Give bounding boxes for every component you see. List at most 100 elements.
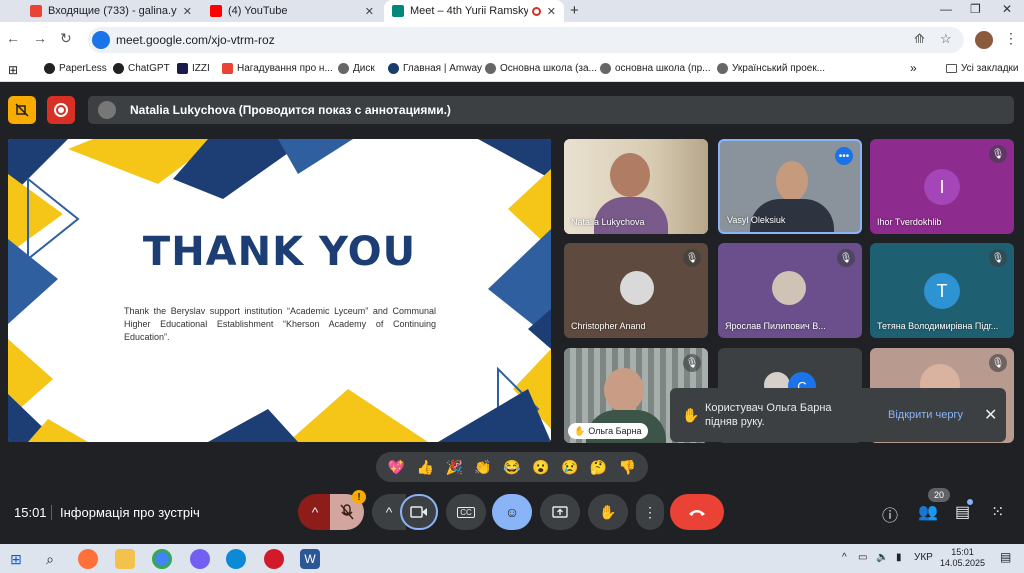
close-icon[interactable]: ✕ (547, 5, 556, 18)
chat-icon[interactable]: ▤ (955, 502, 970, 522)
camera-toggle-button[interactable] (400, 494, 438, 530)
app-icon[interactable] (264, 549, 284, 569)
bookmarks-overflow-button[interactable]: » (910, 61, 917, 75)
bookmark-item[interactable]: Главная | Amway (388, 63, 482, 74)
participant-name: Тетяна Володимирівна Підг... (877, 321, 999, 331)
participant-face (604, 368, 644, 412)
tab-title: (4) YouTube (228, 5, 288, 17)
folder-icon (946, 64, 957, 73)
presenting-text: Natalia Lukychova (Проводится показ с ан… (130, 103, 451, 117)
presenting-banner: Natalia Lukychova (Проводится показ с ан… (88, 96, 1014, 124)
raise-hand-button[interactable]: ✋ (588, 494, 628, 530)
companion-mode-icon[interactable] (8, 96, 36, 124)
volume-icon[interactable]: 🔈 (876, 552, 888, 563)
close-window-icon[interactable]: ✕ (1002, 2, 1012, 16)
word-icon[interactable]: W (300, 549, 320, 569)
restore-icon[interactable]: ❐ (970, 2, 981, 16)
omnibox[interactable]: meet.google.com/xjo-vtrm-roz ⟰ ☆ (88, 27, 964, 53)
browser-menu-icon[interactable]: ⋮ (1004, 30, 1018, 47)
bookmark-label: Усі закладки (961, 63, 1019, 74)
more-vert-icon: ⋮ (643, 503, 657, 520)
recording-button[interactable] (47, 96, 75, 124)
apps-grid-icon[interactable]: ⊞ (8, 63, 18, 77)
bookmark-item[interactable]: Диск (338, 63, 375, 74)
language-indicator[interactable]: УКР (914, 552, 933, 563)
close-icon[interactable]: ✕ (365, 5, 374, 18)
clock[interactable]: 15:01 14.05.2025 (940, 547, 985, 569)
meeting-info-button[interactable]: Інформація про зустріч (60, 505, 200, 520)
thumbs-down-reaction[interactable]: 👎 (619, 459, 636, 476)
slide-title: THANK YOU (142, 229, 417, 275)
bookmark-item[interactable]: Нагадування про н... (222, 63, 333, 74)
search-icon[interactable]: ⌕ (40, 549, 60, 569)
notifications-icon[interactable]: ▤ (1000, 550, 1011, 564)
minimize-icon[interactable]: — (940, 2, 952, 16)
people-icon[interactable]: 👥 (918, 502, 938, 522)
back-icon[interactable]: ← (6, 30, 20, 46)
present-screen-icon (552, 506, 568, 518)
windows-start-icon[interactable]: ⊞ (6, 549, 26, 569)
address-toolbar: ← → ↻ meet.google.com/xjo-vtrm-roz ⟰ ☆ ⋮ (0, 22, 1024, 58)
bookmark-label: PaperLess (59, 63, 107, 74)
thumbs-up-reaction[interactable]: 👍 (417, 459, 434, 476)
bookmark-item[interactable]: ChatGPT (113, 63, 170, 74)
thinking-reaction[interactable]: 🤔 (590, 459, 607, 476)
close-icon[interactable]: ✕ (183, 5, 192, 18)
more-options-button[interactable]: ⋮ (636, 494, 664, 530)
audio-options-button[interactable]: ^ (298, 494, 332, 530)
surprised-reaction[interactable]: 😮 (532, 459, 549, 476)
participant-tile[interactable]: 🎙 Christopher Anand (564, 243, 708, 338)
bookmark-item[interactable]: основна школа (пр... (600, 63, 711, 74)
info-icon[interactable]: ⓘ (882, 502, 898, 526)
participant-tile[interactable]: T 🎙 Тетяна Володимирівна Підг... (870, 243, 1014, 338)
sad-reaction[interactable]: 😢 (561, 459, 578, 476)
tab-youtube[interactable]: (4) YouTube ✕ (202, 0, 382, 22)
bookmark-item[interactable]: PaperLess (44, 63, 107, 74)
party-reaction[interactable]: 🎉 (445, 459, 462, 476)
reload-icon[interactable]: ↻ (60, 30, 72, 47)
windows-taskbar: ⊞ ⌕ W ^ ▭ 🔈 ▮ УКР 15:01 14.05.2025 ▤ (0, 544, 1024, 573)
translate-icon[interactable]: ⟰ (914, 31, 925, 47)
chrome-icon[interactable] (152, 549, 172, 569)
activities-grid-icon[interactable]: ⁙ (991, 502, 1004, 522)
close-icon[interactable]: ✕ (984, 405, 997, 425)
bookmark-item[interactable]: Основна школа (за... (485, 63, 597, 74)
mic-off-icon: 🎙 (683, 249, 701, 267)
tray-chevron-icon[interactable]: ^ (842, 552, 847, 563)
reactions-button[interactable]: ☺ (492, 494, 532, 530)
captions-icon: CC (457, 506, 475, 518)
bookmark-item[interactable]: Український проек... (717, 63, 825, 74)
battery-icon[interactable]: ▮ (896, 552, 902, 563)
firefox-icon[interactable] (78, 549, 98, 569)
file-explorer-icon[interactable] (115, 549, 135, 569)
network-icon[interactable]: ▭ (858, 552, 867, 563)
bookmark-item[interactable]: IZZI (177, 63, 210, 74)
globe-icon (338, 63, 349, 74)
participant-tile[interactable]: 🎙 Ярослав Пилипович В... (718, 243, 862, 338)
edge-icon[interactable] (226, 549, 246, 569)
site-info-icon[interactable] (92, 31, 110, 49)
captions-button[interactable]: CC (446, 494, 486, 530)
present-button[interactable] (540, 494, 580, 530)
meet-top-bar: Natalia Lukychova (Проводится показ с ан… (0, 83, 1024, 139)
all-bookmarks-button[interactable]: Усі закладки (946, 63, 1019, 74)
hand-raise-notification: ✋ Користувач Ольга Барна підняв руку. Ві… (670, 388, 1006, 442)
participant-tile[interactable]: ••• Vasyl Oleksiuk (718, 139, 862, 234)
viber-icon[interactable] (190, 549, 210, 569)
tab-meet[interactable]: Meet – 4th Yurii Ramskyi ST ✕ (384, 0, 564, 22)
chatgpt-icon (113, 63, 124, 74)
profile-avatar[interactable] (975, 31, 993, 49)
globe-icon (717, 63, 728, 74)
laugh-reaction[interactable]: 😂 (503, 459, 520, 476)
leave-call-button[interactable] (670, 494, 724, 530)
forward-icon[interactable]: → (33, 30, 47, 46)
new-tab-button[interactable]: + (570, 2, 579, 19)
heart-reaction[interactable]: 💖 (388, 459, 405, 476)
participant-tile[interactable]: Natalia Lukychova (564, 139, 708, 234)
clap-reaction[interactable]: 👏 (474, 459, 491, 476)
tab-gmail[interactable]: Входящие (733) - galina.yuzba ✕ (22, 0, 200, 22)
bookmark-star-icon[interactable]: ☆ (940, 31, 952, 47)
participant-name: Vasyl Oleksiuk (727, 215, 786, 225)
open-queue-button[interactable]: Відкрити чергу (888, 409, 963, 421)
participant-tile[interactable]: I 🎙 Ihor Tverdokhlib (870, 139, 1014, 234)
